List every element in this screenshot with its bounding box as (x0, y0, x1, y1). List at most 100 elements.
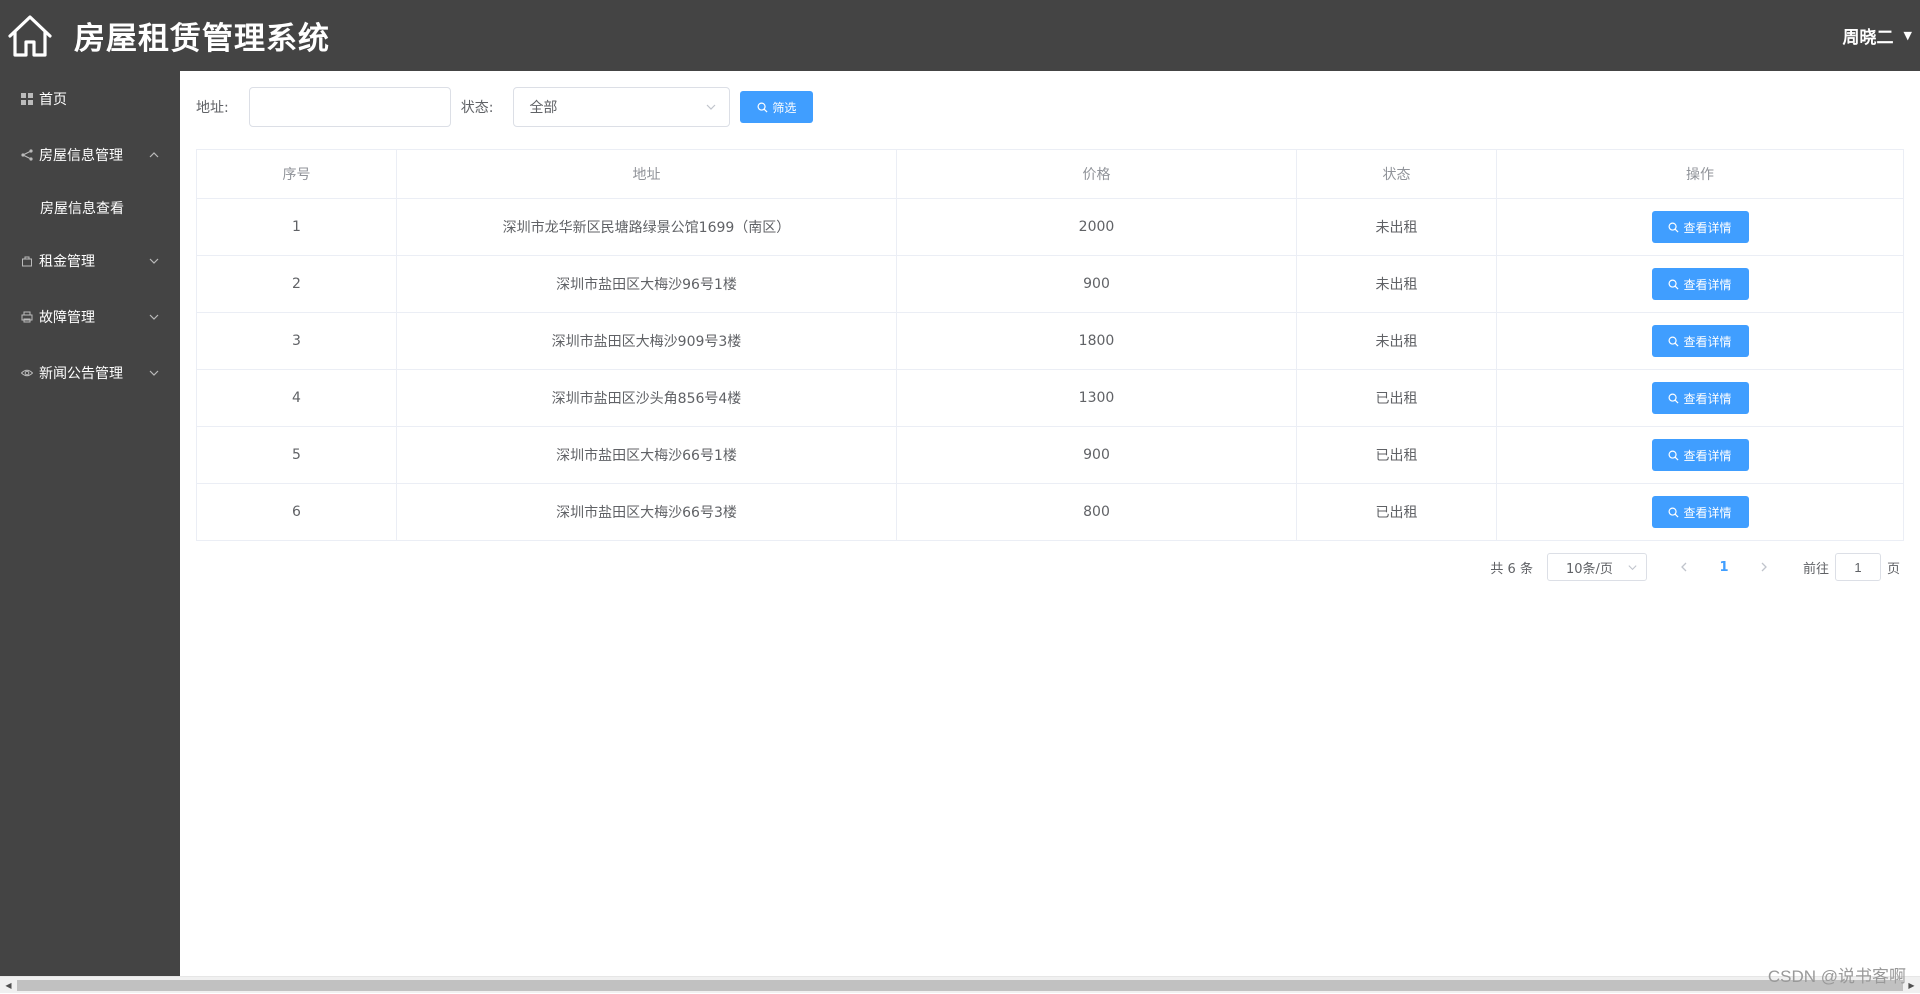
search-icon (757, 102, 768, 113)
view-detail-label: 查看详情 (1683, 334, 1732, 349)
search-icon (1668, 279, 1679, 290)
cell-address: 深圳市盐田区沙头角856号4楼 (396, 369, 897, 427)
cell-status: 已出租 (1296, 369, 1497, 427)
view-detail-label: 查看详情 (1683, 505, 1732, 520)
cell-index: 5 (196, 426, 397, 484)
view-detail-label: 查看详情 (1683, 391, 1732, 406)
sidebar-item-label: 租金管理 (39, 254, 95, 270)
sidebar-subitem-house-view[interactable]: 房屋信息查看 (0, 183, 180, 233)
watermark: CSDN @说书客啊 (1767, 967, 1906, 986)
cell-action: 查看详情 (1496, 255, 1904, 313)
view-detail-button[interactable]: 查看详情 (1651, 496, 1749, 528)
page-number[interactable]: 1 (1709, 553, 1739, 581)
view-detail-label: 查看详情 (1683, 277, 1732, 292)
cell-address: 深圳市龙华新区民塘路绿景公馆1699（南区） (396, 198, 897, 256)
cell-action: 查看详情 (1496, 198, 1904, 256)
search-icon (1668, 450, 1679, 461)
scrollbar-thumb[interactable] (17, 980, 1903, 991)
search-icon (1668, 507, 1679, 518)
goto-page-input[interactable] (1834, 553, 1881, 581)
view-detail-button[interactable]: 查看详情 (1651, 268, 1749, 300)
cell-action: 查看详情 (1496, 369, 1904, 427)
cell-price: 900 (896, 426, 1297, 484)
sidebar-item-label: 故障管理 (39, 310, 95, 326)
view-detail-label: 查看详情 (1683, 220, 1732, 235)
page-size-value: 10条/页 (1565, 561, 1613, 577)
cell-price: 900 (896, 255, 1297, 313)
cell-price: 1800 (896, 312, 1297, 370)
cell-action: 查看详情 (1496, 312, 1904, 370)
sidebar-item-house-info[interactable]: 房屋信息管理 (0, 127, 180, 183)
view-detail-button[interactable]: 查看详情 (1651, 325, 1749, 357)
sidebar-item-label: 房屋信息管理 (39, 148, 123, 164)
cell-index: 2 (196, 255, 397, 313)
sidebar-item-news[interactable]: 新闻公告管理 (0, 345, 180, 401)
cell-address: 深圳市盐田区大梅沙96号1楼 (396, 255, 897, 313)
address-input[interactable] (248, 87, 451, 127)
cell-index: 3 (196, 312, 397, 370)
chevron-down-icon (148, 255, 160, 267)
column-header-price: 价格 (896, 149, 1297, 199)
chevron-left-icon (1681, 562, 1687, 572)
cell-address: 深圳市盐田区大梅沙66号1楼 (396, 426, 897, 484)
table-header-row: 序号 地址 价格 状态 操作 (196, 149, 1904, 199)
view-detail-label: 查看详情 (1683, 448, 1732, 463)
table-row: 5 深圳市盐田区大梅沙66号1楼 900 已出租 查看详情 (196, 426, 1904, 484)
sidebar-item-fault[interactable]: 故障管理 (0, 289, 180, 345)
next-page-button[interactable] (1749, 553, 1779, 581)
sidebar-item-rent[interactable]: 租金管理 (0, 233, 180, 289)
cell-index: 1 (196, 198, 397, 256)
chevron-up-icon (148, 149, 160, 161)
app-title: 房屋租赁管理系统 (74, 21, 330, 57)
column-header-address: 地址 (396, 149, 897, 199)
view-detail-button[interactable]: 查看详情 (1651, 439, 1749, 471)
bag-icon (20, 254, 34, 268)
status-select-value: 全部 (529, 100, 558, 116)
column-header-status: 状态 (1296, 149, 1497, 199)
cell-address: 深圳市盐田区大梅沙909号3楼 (396, 312, 897, 370)
filter-button[interactable]: 筛选 (740, 91, 814, 123)
sidebar: 首页 房屋信息管理 房屋信息查看 租金管理 故障管理 新闻公告管理 (0, 71, 180, 976)
table-row: 3 深圳市盐田区大梅沙909号3楼 1800 未出租 查看详情 (196, 312, 1904, 370)
page-size-select[interactable]: 10条/页 (1546, 553, 1647, 581)
column-header-action: 操作 (1496, 149, 1904, 199)
grid-icon (20, 92, 34, 106)
scroll-left-icon[interactable]: ◀ (0, 977, 17, 994)
sidebar-item-label: 首页 (39, 92, 67, 108)
pagination: 共 6 条 10条/页 1 前往 页 (1490, 553, 1900, 581)
horizontal-scrollbar[interactable]: ◀ ▶ (0, 976, 1920, 993)
house-outline-icon (6, 12, 54, 60)
sidebar-item-home[interactable]: 首页 (0, 71, 180, 127)
cell-action: 查看详情 (1496, 483, 1904, 541)
status-label: 状态: (460, 100, 494, 116)
chevron-down-icon (148, 311, 160, 323)
sidebar-item-label: 新闻公告管理 (39, 366, 123, 382)
cell-action: 查看详情 (1496, 426, 1904, 484)
cell-status: 已出租 (1296, 426, 1497, 484)
goto-label: 前往 (1802, 561, 1829, 577)
table-row: 2 深圳市盐田区大梅沙96号1楼 900 未出租 查看详情 (196, 255, 1904, 313)
prev-page-button[interactable] (1669, 553, 1699, 581)
cell-index: 4 (196, 369, 397, 427)
search-icon (1668, 393, 1679, 404)
cell-index: 6 (196, 483, 397, 541)
page-unit: 页 (1886, 561, 1900, 577)
status-select[interactable]: 全部 (513, 87, 731, 127)
cell-status: 已出租 (1296, 483, 1497, 541)
user-name: 周晓二 (1842, 28, 1894, 48)
cell-status: 未出租 (1296, 312, 1497, 370)
column-header-index: 序号 (196, 149, 397, 199)
caret-down-icon: ▼ (1903, 29, 1912, 42)
cell-price: 2000 (896, 198, 1297, 256)
sidebar-subitem-label: 房屋信息查看 (40, 201, 124, 217)
user-menu[interactable]: 周晓二 ▼ (1843, 23, 1912, 48)
house-table: 序号 地址 价格 状态 操作 1 深圳市龙华新区民塘路绿景公馆1699（南区） … (196, 149, 1904, 541)
cell-status: 未出租 (1296, 255, 1497, 313)
view-detail-button[interactable]: 查看详情 (1651, 382, 1749, 414)
filter-bar: 地址: 状态: 全部 筛选 (196, 87, 814, 127)
address-label: 地址: (196, 100, 229, 116)
table-row: 6 深圳市盐田区大梅沙66号3楼 800 已出租 查看详情 (196, 483, 1904, 541)
cell-address: 深圳市盐田区大梅沙66号3楼 (396, 483, 897, 541)
cell-price: 800 (896, 483, 1297, 541)
view-detail-button[interactable]: 查看详情 (1651, 211, 1749, 243)
